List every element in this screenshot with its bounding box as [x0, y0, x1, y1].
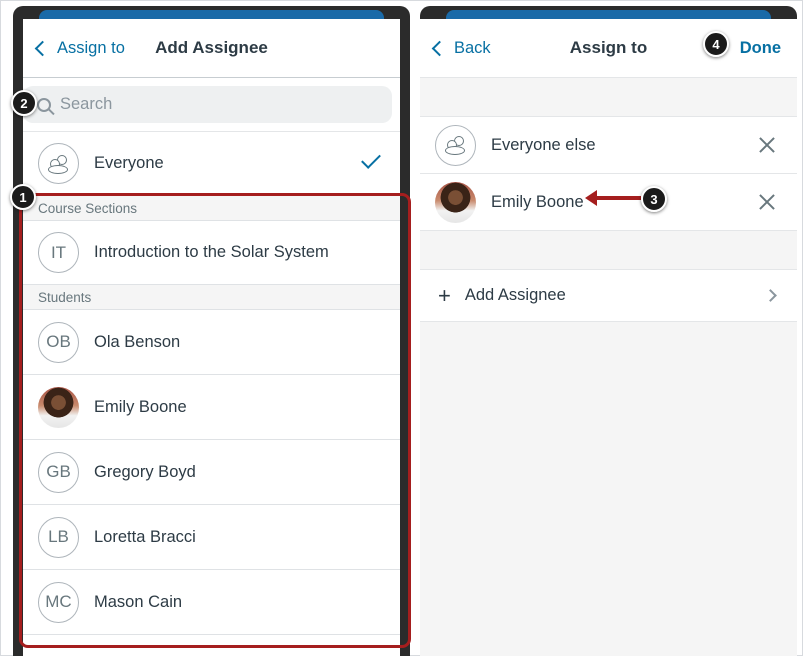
search-input[interactable]: [60, 95, 360, 114]
avatar: IT: [38, 232, 79, 273]
everyone-else-avatar: [435, 124, 476, 166]
avatar-photo: [435, 181, 476, 223]
list-item-label: Mason Cain: [94, 592, 183, 611]
chevron-left-icon: [34, 40, 51, 56]
everyone-row[interactable]: Everyone: [23, 132, 400, 196]
assignee-label: Everyone else: [491, 135, 596, 154]
annotation-badge-3: 3: [641, 186, 667, 212]
annotation-badge-1: 1: [10, 184, 36, 210]
assign-to-back-button[interactable]: Assign to: [33, 19, 125, 77]
avatar-photo: [38, 386, 79, 428]
group-icon: [47, 154, 70, 174]
chevron-right-icon: [764, 289, 777, 302]
list-item-course-section[interactable]: IT Introduction to the Solar System: [23, 221, 400, 285]
assignee-label: Emily Boone: [491, 192, 584, 211]
add-assignee-button[interactable]: + Add Assignee: [420, 270, 797, 322]
assign-to-screen: Back Assign to Done Everyone else Emily …: [420, 6, 797, 656]
search-icon: [37, 97, 51, 112]
annotation-badge-4: 4: [703, 31, 729, 57]
assignee-row-everyone-else[interactable]: Everyone else: [420, 117, 797, 174]
everyone-avatar: [38, 143, 79, 184]
assign-to-sheet: Back Assign to Done Everyone else Emily …: [420, 19, 797, 656]
add-assignee-sheet: Assign to Add Assignee Everyone Course S…: [23, 19, 400, 656]
add-assignee-label: Add Assignee: [464, 286, 566, 304]
list-item-label: Loretta Bracci: [94, 527, 196, 546]
list-item-student[interactable]: Emily Boone: [23, 375, 400, 440]
list-item-student[interactable]: MC Mason Cain: [23, 570, 400, 635]
back-label: Back: [454, 38, 491, 57]
avatar: MC: [38, 581, 79, 623]
search-bar: [23, 77, 400, 132]
list-item-label: Emily Boone: [94, 397, 187, 416]
section-header-students: Students: [23, 285, 400, 310]
list-item-label: Ola Benson: [94, 332, 181, 351]
spacer: [420, 77, 797, 117]
list-item-label: Introduction to the Solar System: [94, 243, 329, 261]
annotation-arrow: [585, 190, 641, 206]
list-item-student[interactable]: GB Gregory Boyd: [23, 440, 400, 505]
back-label: Assign to: [57, 38, 125, 57]
page-title: Assign to: [569, 38, 648, 57]
list-item-label: Gregory Boyd: [94, 462, 196, 481]
list-item-student[interactable]: LB Loretta Bracci: [23, 505, 400, 570]
section-header-course-sections: Course Sections: [23, 196, 400, 221]
list-item-student[interactable]: OB Ola Benson: [23, 310, 400, 375]
nav-bar: Assign to Add Assignee: [23, 19, 400, 77]
search-field[interactable]: [23, 86, 392, 123]
remove-assignee-icon[interactable]: [759, 137, 775, 153]
spacer: [420, 231, 797, 270]
plus-icon: +: [438, 282, 451, 308]
avatar: LB: [38, 516, 79, 558]
add-assignee-screen: Assign to Add Assignee Everyone Course S…: [13, 6, 410, 656]
page-title: Add Assignee: [155, 38, 268, 57]
remove-assignee-icon[interactable]: [759, 194, 775, 210]
back-button[interactable]: Back: [430, 19, 491, 77]
chevron-left-icon: [431, 40, 448, 56]
nav-bar: Back Assign to Done: [420, 19, 797, 77]
checkmark-icon: [361, 149, 381, 169]
annotation-badge-2: 2: [11, 90, 37, 116]
group-icon: [444, 136, 467, 155]
avatar: OB: [38, 321, 79, 363]
avatar: GB: [38, 451, 79, 493]
done-button[interactable]: Done: [740, 19, 781, 77]
everyone-label: Everyone: [94, 154, 164, 172]
assignee-row-emily-boone[interactable]: Emily Boone: [420, 174, 797, 231]
